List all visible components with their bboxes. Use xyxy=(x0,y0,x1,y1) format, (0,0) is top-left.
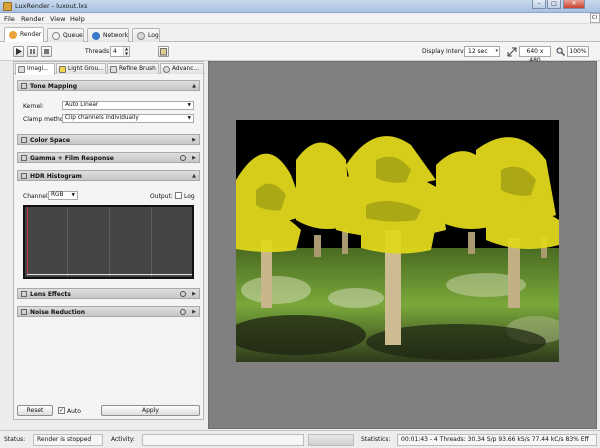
pause-icon xyxy=(30,49,35,54)
section-noise-reduction[interactable]: Noise Reduction ▶ xyxy=(17,306,200,317)
menu-file[interactable]: File xyxy=(4,15,15,23)
apply-button[interactable]: Apply xyxy=(101,405,200,416)
network-icon xyxy=(92,32,100,40)
expand-icon[interactable]: ▶ xyxy=(192,154,196,163)
threads-label: Threads: xyxy=(85,48,112,55)
refine-brush-icon xyxy=(110,66,117,73)
close-button[interactable]: ✕ xyxy=(563,0,585,9)
side-dock-label[interactable]: Cl xyxy=(590,13,600,23)
tab-render[interactable]: Render xyxy=(4,27,44,43)
auto-checkbox[interactable]: ✓ xyxy=(58,407,65,414)
noise-reduction-icon xyxy=(21,309,27,315)
log-icon xyxy=(137,32,145,40)
status-bar: Status: Render is stopped Activity: Stat… xyxy=(0,430,600,448)
window-title: LuxRender - luxout.lxs xyxy=(15,2,88,10)
maximize-button[interactable]: □ xyxy=(547,0,561,9)
status-value: Render is stopped xyxy=(33,434,103,446)
activity-progress-bar xyxy=(308,434,354,446)
clipboard-icon xyxy=(160,48,167,56)
render-icon xyxy=(9,31,17,39)
output-label: Output: xyxy=(150,193,173,200)
tab-queue[interactable]: Queue xyxy=(47,28,84,42)
chevron-down-icon: ▼ xyxy=(71,193,75,198)
power-icon[interactable] xyxy=(180,309,186,315)
gamma-icon xyxy=(21,155,27,161)
clamp-method-select[interactable]: Clip channels individually ▼ xyxy=(62,114,194,123)
toolbar: Threads: 4 ▲ ▼ Display Interval: 12 sec ▾… xyxy=(0,42,600,64)
imaging-panel: Imagi... Light Grou... Refine Brush Adva… xyxy=(13,61,205,420)
side-tabs: Imagi... Light Grou... Refine Brush Adva… xyxy=(14,62,205,75)
expand-icon[interactable]: ▶ xyxy=(192,308,196,317)
stop-render-button[interactable] xyxy=(41,46,52,57)
tab-network[interactable]: Network xyxy=(87,28,129,42)
main-tabs: Render Queue Network Log xyxy=(0,24,600,43)
chevron-down-icon: ▼ xyxy=(187,116,191,121)
lens-icon xyxy=(21,291,27,297)
section-gamma-film[interactable]: Gamma + Film Response ▶ xyxy=(17,152,200,163)
resolution-display: 640 x 480 xyxy=(519,46,551,64)
color-space-icon xyxy=(21,137,27,143)
resize-icon[interactable] xyxy=(507,47,517,57)
menu-help[interactable]: Help xyxy=(70,15,85,23)
section-lens-effects[interactable]: Lens Effects ▶ xyxy=(17,288,200,299)
spin-arrows-icon[interactable]: ▲ ▼ xyxy=(123,46,129,56)
auto-label: Auto xyxy=(67,408,81,415)
forest-render-image xyxy=(236,120,559,362)
menu-bar: File Render View Help Cl xyxy=(0,13,600,24)
app-icon xyxy=(3,2,12,11)
activity-label: Activity: xyxy=(111,436,136,443)
light-groups-icon xyxy=(59,66,66,73)
tab-advanced[interactable]: Advanc... xyxy=(160,63,204,74)
log-checkbox[interactable] xyxy=(175,192,182,199)
histogram-icon xyxy=(21,173,27,179)
section-tone-mapping[interactable]: Tone Mapping ▲ xyxy=(17,80,200,91)
collapse-icon[interactable]: ▲ xyxy=(192,82,196,91)
log-label: Log xyxy=(184,193,195,200)
activity-field xyxy=(142,434,304,446)
render-view[interactable] xyxy=(208,61,597,429)
section-color-space[interactable]: Color Space ▶ xyxy=(17,134,200,145)
copy-log-button[interactable] xyxy=(158,46,169,57)
display-interval-select[interactable]: 12 sec ▾ xyxy=(464,46,500,57)
expand-icon[interactable]: ▶ xyxy=(192,136,196,145)
zoom-icon[interactable] xyxy=(556,47,565,56)
tab-log[interactable]: Log xyxy=(132,28,160,42)
imaging-icon xyxy=(18,66,25,73)
status-label: Status: xyxy=(4,436,26,443)
menu-view[interactable]: View xyxy=(50,15,65,23)
kernel-select[interactable]: Auto Linear ▼ xyxy=(62,101,194,110)
expand-icon[interactable]: ▶ xyxy=(192,290,196,299)
collapse-icon[interactable]: ▲ xyxy=(192,172,196,181)
tab-imaging[interactable]: Imagi... xyxy=(15,63,55,75)
tab-light-groups[interactable]: Light Grou... xyxy=(56,63,106,74)
threads-spinbox[interactable]: 4 ▲ ▼ xyxy=(110,46,130,57)
reset-button[interactable]: Reset xyxy=(17,405,53,416)
channel-label: Channel: xyxy=(23,193,50,200)
title-bar: LuxRender - luxout.lxs – □ ✕ xyxy=(0,0,600,13)
histogram-graph xyxy=(23,205,194,279)
rendered-image xyxy=(236,120,559,362)
pause-render-button[interactable] xyxy=(27,46,38,57)
section-hdr-histogram[interactable]: HDR Histogram ▲ xyxy=(17,170,200,181)
chevron-down-icon: ▾ xyxy=(495,48,498,54)
power-icon[interactable] xyxy=(180,155,186,161)
statistics-label: Statistics: xyxy=(361,436,391,443)
stop-icon xyxy=(44,49,49,54)
start-render-button[interactable] xyxy=(13,46,24,57)
power-icon[interactable] xyxy=(180,291,186,297)
statistics-value: 00:01:43 - 4 Threads: 30.34 S/p 93.66 kS… xyxy=(397,434,597,446)
chevron-down-icon: ▼ xyxy=(187,103,191,108)
zoom-level[interactable]: 100% xyxy=(567,46,589,57)
advanced-icon xyxy=(163,66,170,73)
play-icon xyxy=(16,48,22,55)
queue-icon xyxy=(52,32,60,40)
menu-render[interactable]: Render xyxy=(21,15,44,23)
tone-mapping-icon xyxy=(21,83,27,89)
minimize-button[interactable]: – xyxy=(532,0,546,9)
channel-select[interactable]: RGB ▼ xyxy=(48,191,78,200)
kernel-label: Kernel: xyxy=(23,103,44,110)
tab-refine-brush[interactable]: Refine Brush xyxy=(107,63,159,74)
